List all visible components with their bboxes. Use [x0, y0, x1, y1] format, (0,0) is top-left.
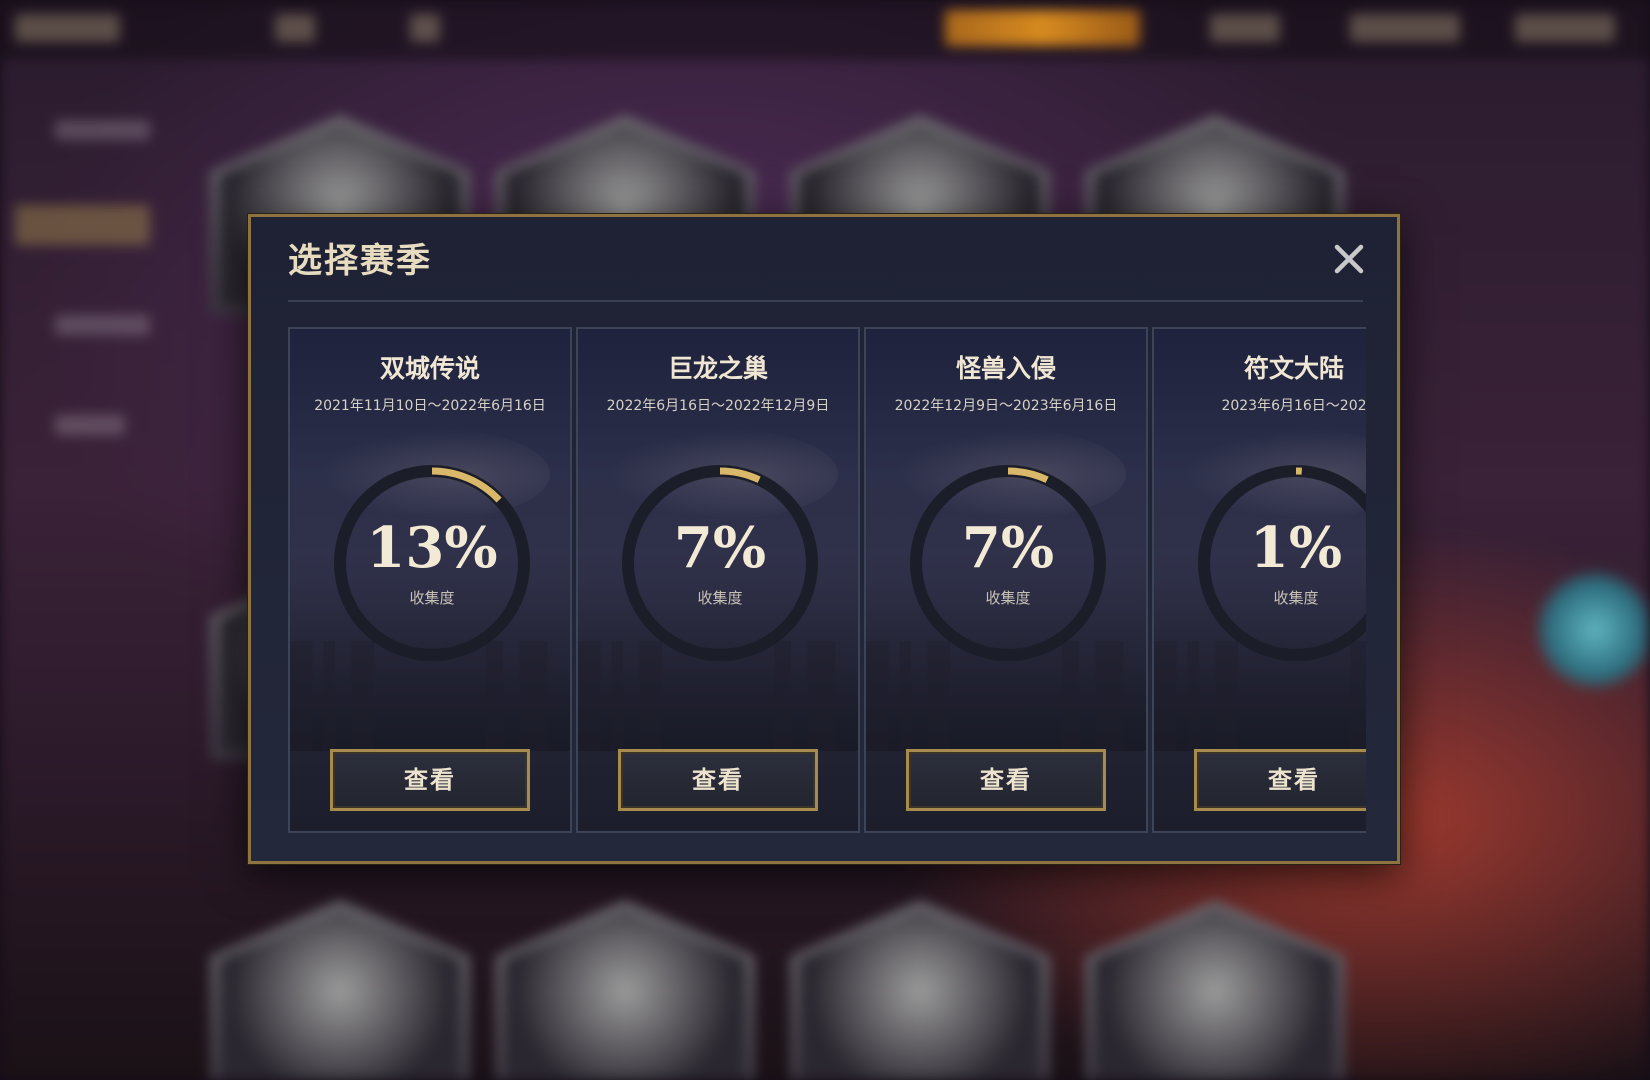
- close-icon[interactable]: [1329, 239, 1369, 279]
- season-card[interactable]: 双城传说 2021年11月10日～2022年6月16日 13% 收集度 查看: [288, 327, 572, 833]
- nav-icon: [410, 14, 440, 42]
- collection-percent: 7%: [961, 515, 1055, 581]
- sidebar-item: [55, 315, 150, 335]
- view-button[interactable]: 查看: [618, 749, 818, 811]
- modal-title: 选择赛季: [288, 241, 432, 281]
- collection-progress-ring: 1% 收集度: [1194, 461, 1366, 665]
- collection-label: 收集度: [1273, 589, 1319, 607]
- season-card[interactable]: 巨龙之巢 2022年6月16日～2022年12月9日 7% 收集度 查看: [576, 327, 860, 833]
- background-tile: [210, 900, 470, 1080]
- view-button[interactable]: 查看: [906, 749, 1106, 811]
- collection-progress-ring: 7% 收集度: [906, 461, 1110, 665]
- app-logo: [15, 14, 120, 42]
- top-bar-text: [1350, 14, 1460, 42]
- collection-progress-ring: 7% 收集度: [618, 461, 822, 665]
- background-tile: [1085, 900, 1345, 1080]
- collection-label: 收集度: [985, 589, 1031, 607]
- season-title: 怪兽入侵: [955, 354, 1056, 383]
- season-title: 巨龙之巢: [667, 354, 768, 383]
- modal-divider: [288, 300, 1363, 302]
- currency-display: [1515, 14, 1615, 42]
- season-dates: 2021年11月10日～2022年6月16日: [314, 398, 546, 414]
- collection-percent: 13%: [366, 515, 498, 581]
- sidebar-item-active: [15, 205, 150, 245]
- background-tile: [790, 900, 1050, 1080]
- season-dates: 2022年6月16日～2022年12月9日: [606, 398, 830, 414]
- sidebar-item: [55, 415, 125, 435]
- top-bar-button: [945, 10, 1140, 46]
- view-button[interactable]: 查看: [1194, 749, 1366, 811]
- season-card[interactable]: 符文大陆 2023年6月16日～202 1% 收集度 查看: [1152, 327, 1366, 833]
- season-title: 双城传说: [379, 354, 480, 383]
- nav-icon: [275, 14, 315, 42]
- view-button[interactable]: 查看: [330, 749, 530, 811]
- season-dates: 2022年12月9日～2023年6月16日: [894, 398, 1118, 414]
- top-bar-text: [1210, 14, 1280, 42]
- collection-label: 收集度: [409, 589, 455, 607]
- season-select-modal: 选择赛季 双城传说 2021年11月10日～2022年6月16日 13% 收集度…: [248, 214, 1400, 864]
- season-card-list[interactable]: 双城传说 2021年11月10日～2022年6月16日 13% 收集度 查看 巨…: [288, 327, 1366, 837]
- season-title: 符文大陆: [1243, 354, 1344, 383]
- collection-label: 收集度: [697, 589, 743, 607]
- background-tile: [495, 900, 755, 1080]
- season-dates: 2023年6月16日～202: [1221, 398, 1366, 414]
- background-orb: [1535, 570, 1650, 690]
- collection-progress-ring: 13% 收集度: [330, 461, 534, 665]
- season-card[interactable]: 怪兽入侵 2022年12月9日～2023年6月16日 7% 收集度 查看: [864, 327, 1148, 833]
- collection-percent: 7%: [673, 515, 767, 581]
- sidebar-item: [55, 120, 150, 140]
- collection-percent: 1%: [1249, 515, 1343, 581]
